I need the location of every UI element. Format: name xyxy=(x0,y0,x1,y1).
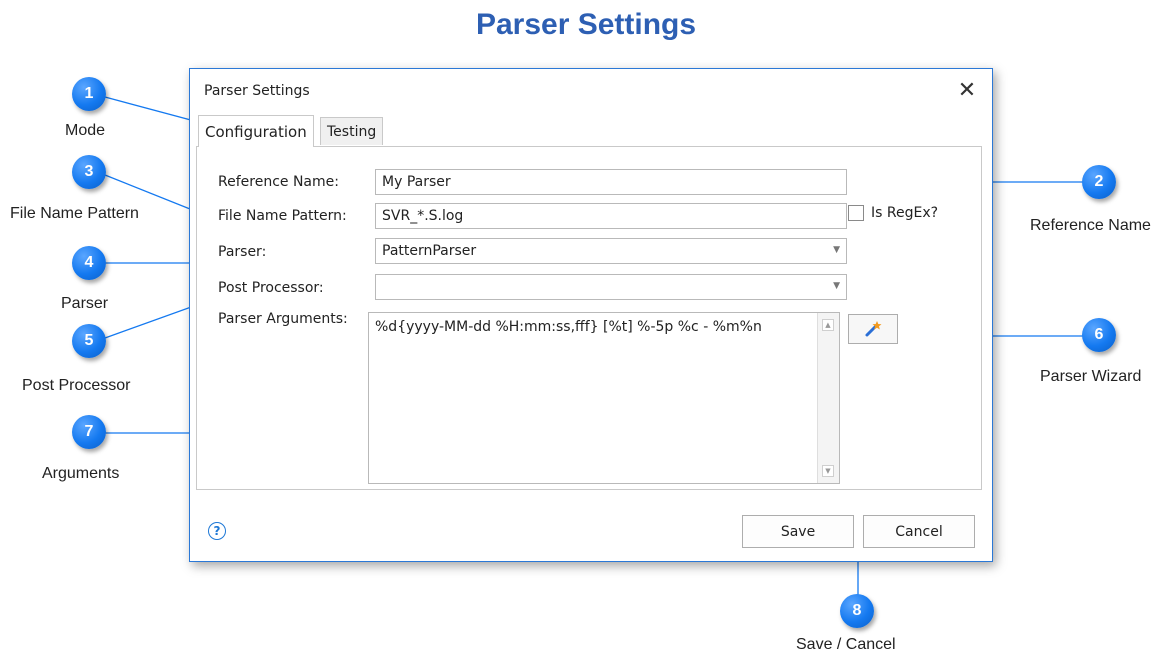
cancel-button[interactable]: Cancel xyxy=(863,515,975,548)
callout-badge-2: 2 xyxy=(1082,165,1116,199)
parser-select[interactable]: PatternParser ▼ xyxy=(375,238,847,264)
reference-name-value: My Parser xyxy=(382,174,451,190)
callout-badge-3: 3 xyxy=(72,155,106,189)
callout-label-reference-name: Reference Name xyxy=(1030,217,1151,234)
callout-badge-1: 1 xyxy=(72,77,106,111)
callout-badge-8: 8 xyxy=(840,594,874,628)
parser-arguments-value: %d{yyyy-MM-dd %H:mm:ss,fff} [%t] %-5p %c… xyxy=(375,319,762,335)
parser-select-value: PatternParser xyxy=(382,243,477,259)
dialog-footer: ? Save Cancel xyxy=(190,505,992,561)
dialog-title: Parser Settings xyxy=(204,83,310,99)
tab-configuration[interactable]: Configuration xyxy=(198,115,314,147)
help-circle-icon[interactable]: ? xyxy=(208,522,226,540)
parser-settings-dialog: Parser Settings ✕ Configuration Testing … xyxy=(189,68,993,562)
post-processor-select[interactable]: ▼ xyxy=(375,274,847,300)
page-title: Parser Settings xyxy=(475,8,697,41)
chevron-down-icon: ▼ xyxy=(833,245,840,255)
post-processor-label: Post Processor: xyxy=(218,280,324,296)
save-button[interactable]: Save xyxy=(742,515,854,548)
callout-label-parser: Parser xyxy=(61,295,109,312)
callout-badge-4: 4 xyxy=(72,246,106,280)
magic-wand-icon xyxy=(865,321,882,337)
callout-badge-5: 5 xyxy=(72,324,106,358)
callout-badge-6: 6 xyxy=(1082,318,1116,352)
tab-testing[interactable]: Testing xyxy=(320,117,384,145)
file-name-pattern-label: File Name Pattern: xyxy=(218,208,347,224)
file-name-pattern-value: SVR_*.S.log xyxy=(382,208,464,224)
scroll-down-icon[interactable]: ▼ xyxy=(822,465,834,477)
reference-name-label: Reference Name: xyxy=(218,174,339,190)
callout-label-post-processor: Post Processor xyxy=(22,377,131,394)
scroll-up-icon[interactable]: ▲ xyxy=(822,319,834,331)
is-regex-checkbox[interactable] xyxy=(848,205,864,221)
file-name-pattern-input[interactable]: SVR_*.S.log xyxy=(375,203,847,229)
parser-arguments-label: Parser Arguments: xyxy=(218,311,348,327)
callout-label-mode: Mode xyxy=(65,122,106,139)
parser-arguments-textarea[interactable]: %d{yyyy-MM-dd %H:mm:ss,fff} [%t] %-5p %c… xyxy=(368,312,840,484)
callout-label-save-cancel: Save / Cancel xyxy=(796,636,896,653)
close-icon: ✕ xyxy=(957,77,977,103)
callout-label-arguments: Arguments xyxy=(42,465,120,482)
vertical-scrollbar[interactable]: ▲ ▼ xyxy=(817,313,839,483)
callout-label-file-name-pattern: File Name Pattern xyxy=(10,205,139,222)
reference-name-input[interactable]: My Parser xyxy=(375,169,847,195)
is-regex-label: Is RegEx? xyxy=(871,205,939,221)
tab-configuration-label: Configuration xyxy=(205,122,307,141)
callout-badge-7: 7 xyxy=(72,415,106,449)
callout-label-parser-wizard: Parser Wizard xyxy=(1040,368,1142,385)
parser-label: Parser: xyxy=(218,244,267,260)
tab-testing-label: Testing xyxy=(327,123,377,140)
parser-wizard-button[interactable] xyxy=(848,314,898,344)
chevron-down-icon: ▼ xyxy=(833,281,840,291)
close-button[interactable]: ✕ xyxy=(954,77,980,103)
